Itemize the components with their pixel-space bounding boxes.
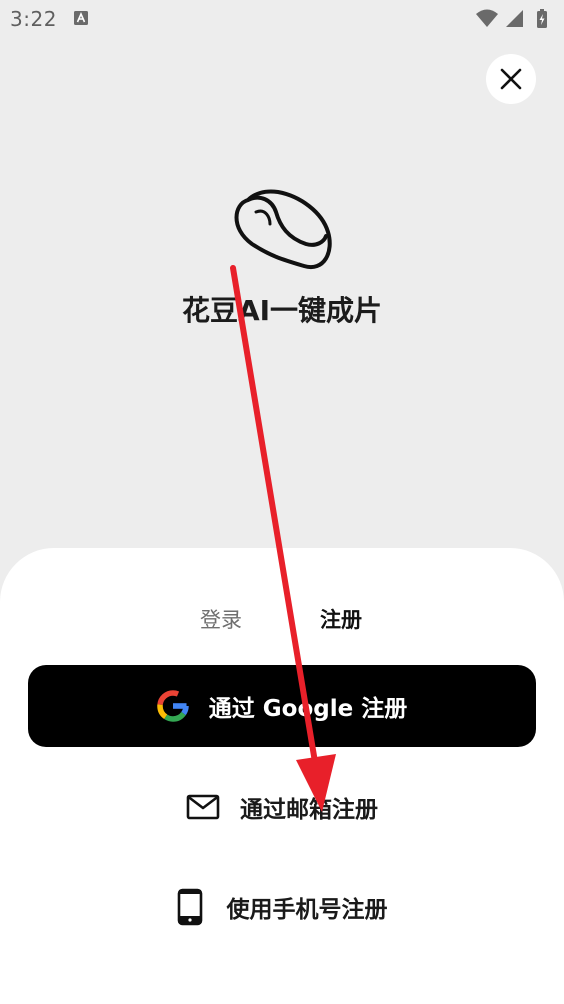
coffee-bean-logo bbox=[234, 189, 332, 270]
email-register-button[interactable]: 通过邮箱注册 bbox=[0, 777, 564, 837]
signal-icon bbox=[506, 10, 523, 27]
mail-icon bbox=[186, 794, 220, 820]
google-register-label: 通过 Google 注册 bbox=[208, 696, 408, 722]
tab-login[interactable]: 登录 bbox=[200, 604, 242, 634]
google-icon bbox=[157, 690, 189, 722]
email-register-label: 通过邮箱注册 bbox=[240, 797, 378, 823]
status-icons bbox=[476, 9, 547, 28]
a-letter-icon bbox=[74, 11, 88, 25]
close-icon bbox=[500, 68, 522, 90]
tab-register[interactable]: 注册 bbox=[320, 604, 362, 634]
phone-icon bbox=[177, 888, 202, 926]
wifi-icon bbox=[476, 9, 498, 27]
battery-charging-icon bbox=[537, 9, 547, 28]
close-button[interactable] bbox=[486, 54, 536, 104]
google-register-button[interactable]: 通过 Google 注册 bbox=[28, 665, 536, 747]
status-time: 3:22 bbox=[10, 7, 57, 31]
phone-register-button[interactable]: 使用手机号注册 bbox=[0, 877, 564, 937]
status-bar: 3:22 bbox=[0, 0, 564, 38]
app-title: 花豆AI一键成片 bbox=[181, 294, 383, 327]
phone-register-label: 使用手机号注册 bbox=[226, 897, 388, 923]
